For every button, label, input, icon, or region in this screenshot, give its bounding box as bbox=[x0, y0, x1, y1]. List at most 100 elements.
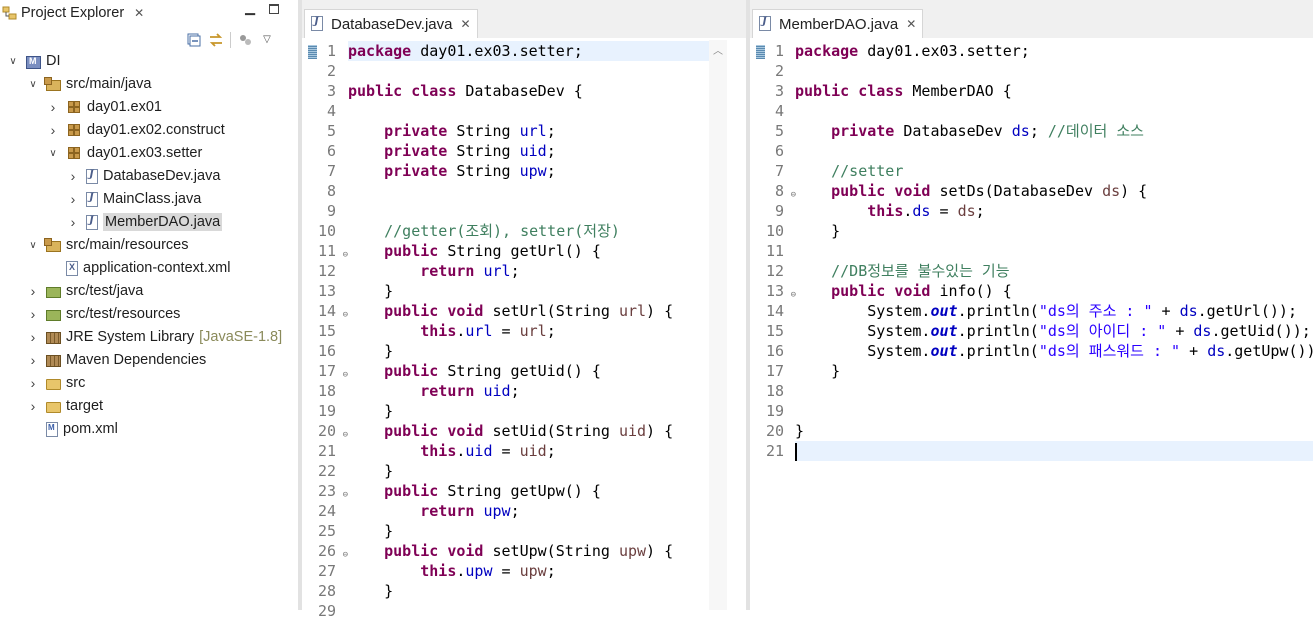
collapse-all-icon[interactable] bbox=[186, 32, 202, 48]
tree-item[interactable]: › day01.ex01 bbox=[0, 96, 162, 118]
tree-item[interactable]: ∨ src/main/java bbox=[0, 73, 151, 95]
editor-memberdao: MemberDAO.java ✕ 12345678⊖910111213⊖1415… bbox=[750, 0, 1313, 610]
code-area[interactable]: package day01.ex03.setter; public class M… bbox=[795, 41, 1313, 461]
line-number: 5 bbox=[306, 121, 336, 141]
tree-item[interactable]: › target bbox=[0, 395, 103, 417]
line-number-text: 14 bbox=[317, 302, 336, 320]
code-token: uid bbox=[483, 382, 511, 400]
focus-icon[interactable] bbox=[237, 32, 253, 48]
tree-item[interactable]: ∨ src/main/resources bbox=[0, 234, 188, 256]
code-token: } bbox=[795, 222, 841, 240]
tree-item[interactable]: › src bbox=[0, 372, 86, 394]
tree-item[interactable]: pom.xml bbox=[0, 418, 118, 440]
close-icon[interactable]: ✕ bbox=[906, 17, 916, 31]
line-number-text: 4 bbox=[326, 102, 336, 120]
line-number-text: 10 bbox=[765, 222, 784, 240]
chevron-right-icon[interactable]: › bbox=[26, 398, 40, 414]
tree-item-label: DI bbox=[46, 53, 61, 69]
library-icon bbox=[46, 355, 61, 367]
chevron-right-icon[interactable]: › bbox=[26, 329, 40, 345]
code-token: ) { bbox=[646, 542, 674, 560]
chevron-right-icon[interactable]: › bbox=[66, 214, 80, 230]
source-folder-icon bbox=[44, 238, 61, 252]
tree-item[interactable]: › day01.ex02.construct bbox=[0, 119, 225, 141]
chevron-down-icon[interactable]: ∨ bbox=[26, 79, 40, 90]
chevron-right-icon[interactable]: › bbox=[66, 168, 80, 184]
code-line: } bbox=[348, 401, 709, 421]
editor2-tabbar: MemberDAO.java ✕ bbox=[750, 0, 1313, 38]
minimize-icon[interactable]: ▁ bbox=[243, 1, 257, 17]
tab-databasedev-java[interactable]: DatabaseDev.java ✕ bbox=[304, 9, 478, 38]
line-number: 2 bbox=[754, 61, 784, 81]
chevron-right-icon[interactable]: › bbox=[26, 306, 40, 322]
line-number: 19 bbox=[306, 401, 336, 421]
line-number: 21 bbox=[754, 441, 784, 461]
line-number: 19 bbox=[754, 401, 784, 421]
tree-item[interactable]: › DatabaseDev.java bbox=[0, 165, 221, 187]
code-token: public bbox=[384, 482, 439, 500]
line-number-text: 4 bbox=[774, 102, 784, 120]
code-token: } bbox=[348, 462, 394, 480]
close-icon[interactable]: ✕ bbox=[460, 17, 470, 31]
code-token: ds bbox=[1207, 342, 1226, 360]
code-line: public class MemberDAO { bbox=[795, 81, 1313, 101]
chevron-right-icon[interactable]: › bbox=[46, 99, 60, 115]
line-number-text: 27 bbox=[317, 562, 336, 580]
line-number: 25 bbox=[306, 521, 336, 541]
code-token: System. bbox=[795, 322, 931, 340]
tree-item[interactable]: › src/test/resources bbox=[0, 303, 181, 325]
code-token: void bbox=[894, 182, 931, 200]
tree-item-decoration: [JavaSE-1.8] bbox=[199, 329, 283, 345]
tree-item[interactable]: ∨ DI bbox=[0, 50, 61, 72]
code-token: out bbox=[930, 342, 958, 360]
tree-item[interactable]: › Maven Dependencies bbox=[0, 349, 207, 371]
java-file-icon bbox=[86, 214, 98, 230]
tree-item[interactable]: › MemberDAO.java bbox=[0, 211, 223, 233]
tree-item[interactable]: › JRE System Library [JavaSE-1.8] bbox=[0, 326, 282, 348]
maximize-icon[interactable] bbox=[269, 4, 279, 14]
code-line: this.uid = uid; bbox=[348, 441, 709, 461]
link-with-editor-icon[interactable] bbox=[208, 32, 224, 48]
chevron-down-icon[interactable]: ∨ bbox=[26, 240, 40, 251]
project-explorer-tab[interactable]: Project Explorer ✕ bbox=[0, 2, 144, 24]
code-token: void bbox=[894, 282, 931, 300]
view-menu-icon[interactable]: ▽ bbox=[259, 32, 275, 48]
package-icon bbox=[68, 147, 80, 159]
code-token: //DB정보를 불수있는 기능 bbox=[831, 262, 1010, 280]
code-token: ds bbox=[912, 202, 931, 220]
tree-item[interactable]: application-context.xml bbox=[0, 257, 231, 279]
toolbar-separator bbox=[230, 32, 231, 48]
code-line: public void setUpw(String upw) { bbox=[348, 541, 709, 561]
chevron-right-icon[interactable]: › bbox=[66, 191, 80, 207]
vertical-scrollbar[interactable]: ︿ bbox=[709, 40, 727, 610]
chevron-down-icon[interactable]: ∨ bbox=[46, 148, 60, 159]
code-area[interactable]: package day01.ex03.setter; public class D… bbox=[348, 41, 709, 621]
chevron-right-icon[interactable]: › bbox=[26, 283, 40, 299]
tree-item[interactable]: › MainClass.java bbox=[0, 188, 202, 210]
tab-memberdao-java[interactable]: MemberDAO.java ✕ bbox=[752, 9, 924, 38]
chevron-right-icon[interactable]: › bbox=[26, 375, 40, 391]
close-icon[interactable]: ✕ bbox=[134, 6, 144, 20]
chevron-right-icon[interactable]: › bbox=[46, 122, 60, 138]
tree-item[interactable]: › src/test/java bbox=[0, 280, 144, 302]
code-token: package bbox=[795, 42, 859, 60]
chevron-right-icon[interactable]: › bbox=[26, 352, 40, 368]
code-line: public void setUrl(String url) { bbox=[348, 301, 709, 321]
code-token: setDs(DatabaseDev bbox=[930, 182, 1103, 200]
tree-item[interactable]: ∨ day01.ex03.setter bbox=[0, 142, 202, 164]
scroll-up-icon[interactable]: ︿ bbox=[713, 42, 723, 57]
code-token: uid bbox=[519, 442, 547, 460]
code-line: this.upw = upw; bbox=[348, 561, 709, 581]
chevron-down-icon[interactable]: ∨ bbox=[6, 56, 20, 67]
code-token: //setter bbox=[831, 162, 904, 180]
code-line: } bbox=[795, 221, 1313, 241]
code-line: } bbox=[348, 581, 709, 601]
explorer-toolbar: ▽ bbox=[186, 30, 275, 50]
